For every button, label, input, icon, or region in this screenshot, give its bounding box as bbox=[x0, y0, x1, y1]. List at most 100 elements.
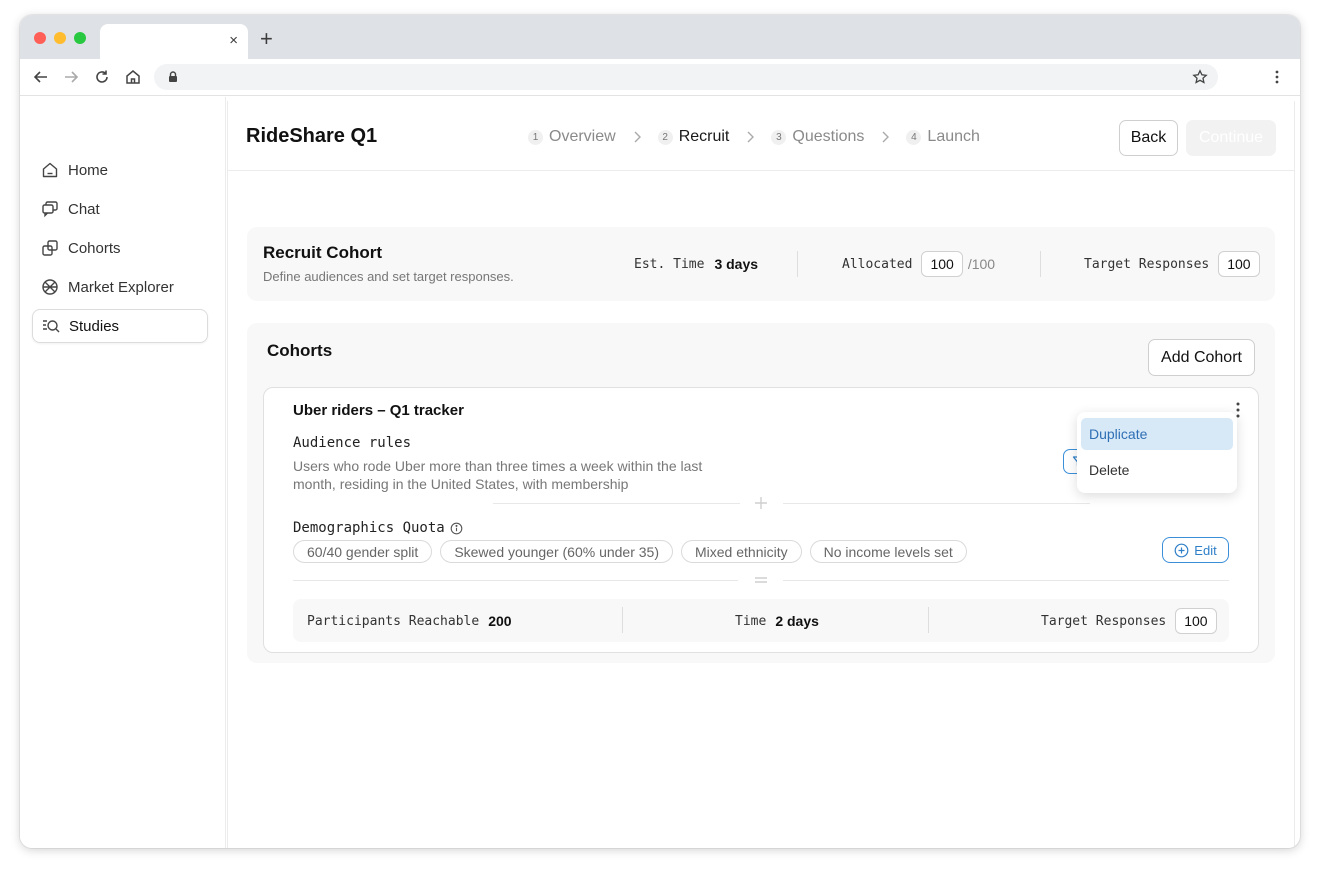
sidebar-item-studies[interactable]: Studies bbox=[32, 309, 208, 343]
stat-value: 200 bbox=[488, 613, 512, 629]
divider bbox=[797, 251, 798, 277]
globe-icon bbox=[42, 279, 58, 295]
demographic-pill: Skewed younger (60% under 35) bbox=[440, 540, 673, 563]
stat-label: Est. Time bbox=[634, 256, 705, 272]
divider bbox=[622, 607, 623, 633]
divider bbox=[783, 503, 1090, 504]
divider bbox=[928, 607, 929, 633]
cohort-options-menu: Duplicate Delete bbox=[1077, 412, 1237, 493]
menu-item-delete[interactable]: Delete bbox=[1081, 454, 1233, 486]
chevron-right-icon bbox=[634, 131, 641, 143]
stat-label: Allocated bbox=[842, 256, 913, 272]
info-icon[interactable] bbox=[450, 522, 463, 535]
cohorts-title: Cohorts bbox=[267, 341, 333, 360]
home-page-icon[interactable] bbox=[124, 68, 142, 86]
divider bbox=[493, 503, 740, 504]
edit-quota-button[interactable]: Edit bbox=[1162, 537, 1229, 563]
sidebar-item-label: Chat bbox=[68, 200, 100, 218]
stat-label: Time bbox=[735, 613, 767, 629]
sidebar-item-label: Home bbox=[68, 161, 109, 179]
step-recruit[interactable]: 2 Recruit bbox=[657, 128, 730, 146]
audience-rules-label: Audience rules bbox=[293, 435, 412, 451]
step-label: Launch bbox=[927, 128, 980, 145]
step-number: 3 bbox=[771, 129, 787, 145]
step-launch[interactable]: 4 Launch bbox=[906, 128, 980, 146]
target-responses-input[interactable]: 100 bbox=[1218, 251, 1260, 277]
study-header: RideShare Q1 1 Overview 2 Recruit 3 Ques… bbox=[228, 101, 1294, 171]
step-number: 1 bbox=[528, 129, 543, 145]
time-stat: Time 2 days bbox=[735, 608, 819, 634]
divider bbox=[1040, 251, 1041, 277]
sidebar-item-market-explorer[interactable]: Market Explorer bbox=[32, 270, 208, 304]
sidebar-item-cohorts[interactable]: Cohorts bbox=[32, 231, 208, 265]
plus-circle-icon bbox=[1174, 543, 1189, 557]
stat-label: Target Responses bbox=[1084, 256, 1210, 272]
demographic-pill: Mixed ethnicity bbox=[681, 540, 802, 563]
step-progress: 1 Overview 2 Recruit 3 Questions 4 Launc… bbox=[528, 127, 980, 147]
cohorts-icon bbox=[42, 240, 58, 256]
stat-value: 3 days bbox=[714, 256, 759, 272]
home-icon bbox=[42, 162, 58, 178]
menu-item-duplicate[interactable]: Duplicate bbox=[1081, 418, 1233, 450]
cohorts-panel: Cohorts Add Cohort Uber riders – Q1 trac… bbox=[247, 323, 1275, 663]
forward-arrow-icon[interactable] bbox=[62, 68, 80, 86]
sidebar-item-chat[interactable]: Chat bbox=[32, 192, 208, 226]
sidebar-item-home[interactable]: Home bbox=[32, 153, 208, 187]
demographic-pill: No income levels set bbox=[809, 540, 967, 563]
demographic-pills: 60/40 gender split Skewed younger (60% u… bbox=[293, 540, 967, 563]
cohort-target-responses-input[interactable]: 100 bbox=[1175, 608, 1217, 634]
cohort-target-responses-stat: Target Responses 100 bbox=[1041, 608, 1217, 634]
section-title: Recruit Cohort bbox=[263, 243, 382, 262]
bookmark-star-icon[interactable] bbox=[1192, 69, 1208, 85]
maximize-window-button[interactable] bbox=[74, 32, 86, 44]
audience-rules-text: Users who rode Uber more than three time… bbox=[293, 458, 703, 492]
participants-reachable-stat: Participants Reachable 200 bbox=[307, 608, 512, 634]
lock-icon bbox=[169, 71, 177, 82]
cohort-stats: Participants Reachable 200 Time 2 days T… bbox=[293, 599, 1229, 642]
tab-strip: × + bbox=[20, 15, 1300, 59]
back-arrow-icon[interactable] bbox=[32, 68, 50, 86]
demographics-quota-label: Demographics Quota bbox=[293, 520, 463, 536]
reload-icon[interactable] bbox=[93, 68, 111, 86]
step-number: 2 bbox=[657, 129, 673, 145]
step-label: Questions bbox=[792, 128, 865, 145]
add-cohort-button[interactable]: Add Cohort bbox=[1148, 339, 1255, 376]
continue-button[interactable]: Continue bbox=[1186, 120, 1276, 156]
demographics-quota-title: Demographics Quota bbox=[293, 520, 445, 536]
chevron-right-icon bbox=[747, 131, 755, 143]
chat-icon bbox=[42, 201, 58, 218]
page-title: RideShare Q1 bbox=[246, 125, 378, 147]
step-questions[interactable]: 3 Questions bbox=[771, 128, 864, 146]
allocated-stat: Allocated 100 /100 bbox=[842, 250, 995, 278]
minimize-window-button[interactable] bbox=[54, 32, 66, 44]
step-overview[interactable]: 1 Overview bbox=[528, 128, 616, 146]
recruit-summary: Recruit Cohort Define audiences and set … bbox=[247, 227, 1275, 301]
stat-value: 2 days bbox=[775, 613, 819, 629]
tab-close-icon[interactable]: × bbox=[229, 32, 238, 50]
section-subtitle: Define audiences and set target response… bbox=[263, 269, 514, 284]
equals-divider-icon bbox=[755, 577, 767, 583]
browser-menu-icon[interactable] bbox=[1268, 68, 1286, 86]
step-number: 4 bbox=[906, 129, 922, 145]
close-window-button[interactable] bbox=[34, 32, 46, 44]
new-tab-button[interactable]: + bbox=[260, 28, 273, 50]
stat-label: Target Responses bbox=[1041, 613, 1167, 629]
cohort-title: Uber riders – Q1 tracker bbox=[293, 402, 464, 419]
step-label: Overview bbox=[549, 128, 616, 145]
sidebar-item-label: Studies bbox=[69, 317, 120, 335]
allocated-total: /100 bbox=[967, 256, 996, 272]
sidebar-item-label: Market Explorer bbox=[68, 278, 174, 296]
address-bar[interactable] bbox=[154, 64, 1218, 90]
browser-tab[interactable]: × bbox=[100, 24, 248, 59]
back-button[interactable]: Back bbox=[1119, 120, 1178, 156]
demographic-pill: 60/40 gender split bbox=[293, 540, 433, 563]
studies-icon bbox=[43, 320, 60, 333]
sidebar-item-label: Cohorts bbox=[68, 239, 121, 257]
divider bbox=[783, 580, 1229, 581]
est-time-stat: Est. Time 3 days bbox=[634, 250, 758, 278]
plus-divider-icon bbox=[755, 497, 767, 509]
edit-label: Edit bbox=[1194, 542, 1217, 558]
step-label: Recruit bbox=[678, 128, 730, 145]
browser-toolbar bbox=[20, 59, 1300, 96]
allocated-input[interactable]: 100 bbox=[921, 251, 963, 277]
